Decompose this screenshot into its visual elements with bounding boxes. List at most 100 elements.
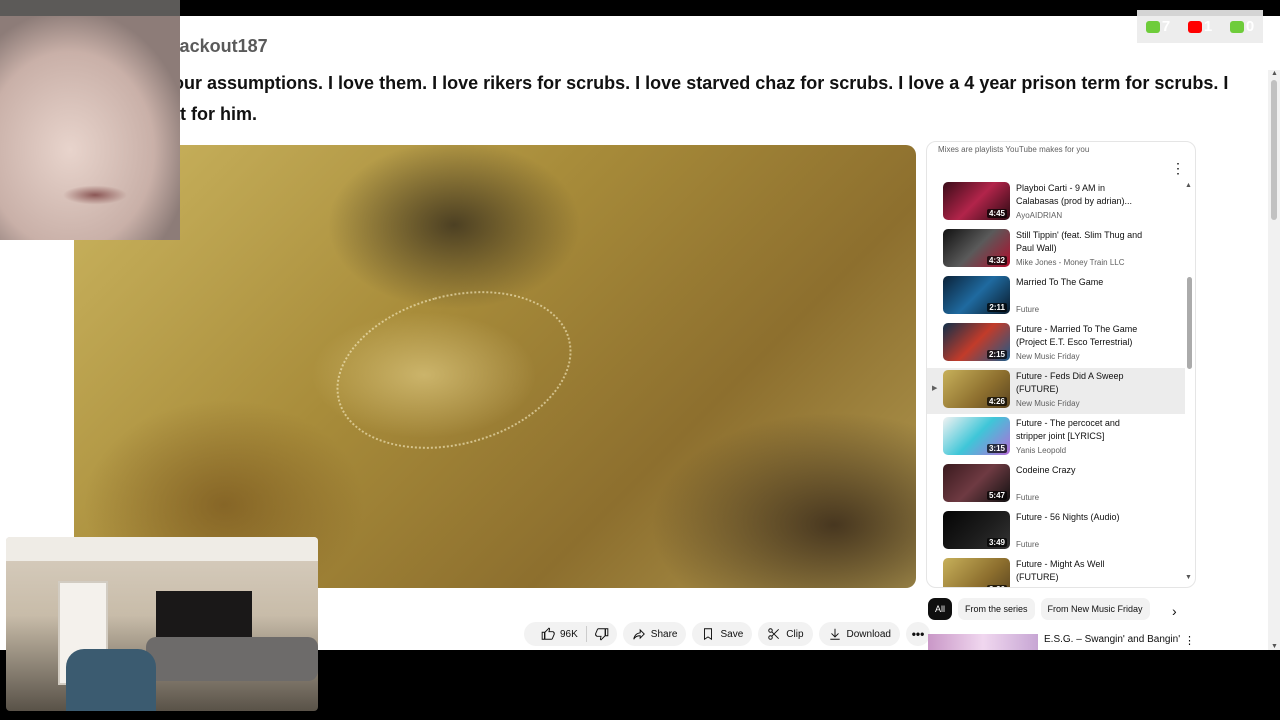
page-scroll-thumb[interactable] — [1271, 80, 1277, 220]
playlist-scroll-down-icon[interactable]: ▼ — [1185, 574, 1192, 581]
playlist-item-thumbnail[interactable]: 3:26 — [943, 558, 1010, 587]
filter-chip[interactable]: From the series — [958, 598, 1035, 620]
download-button[interactable]: Download — [818, 622, 900, 646]
room-couch — [146, 637, 318, 681]
playlist-item[interactable]: 3:15 Future - The percocet and stripper j… — [927, 415, 1185, 461]
mix-playlist-panel: Mixes are playlists YouTube makes for yo… — [926, 141, 1196, 588]
playlist-item-channel[interactable]: Yanis Leopold — [1016, 446, 1066, 455]
duration-badge: 3:26 — [986, 585, 1007, 587]
playlist-item-channel[interactable]: New Music Friday — [1016, 352, 1080, 361]
related-video-menu-icon[interactable]: ⋮ — [1184, 634, 1192, 647]
stream-stat-rumble: 7 — [1145, 18, 1171, 35]
webcam-face-overlay — [0, 0, 180, 240]
clip-button[interactable]: Clip — [758, 622, 813, 646]
scissors-icon — [768, 628, 780, 640]
chevron-right-icon[interactable]: › — [1172, 603, 1177, 619]
playlist-item[interactable]: 2:15 Future - Married To The Game (Projec… — [927, 321, 1185, 367]
duration-badge: 3:15 — [986, 444, 1007, 453]
screen: ▲ ▼ @TheBlackout187 I love your assumpti… — [0, 0, 1280, 720]
playlist-item[interactable]: 2:11 Married To The Game Future — [927, 274, 1185, 320]
playlist-item-channel[interactable]: AyoAIDRIAN — [1016, 211, 1062, 220]
duration-badge: 4:26 — [986, 397, 1007, 406]
playlist-item-channel[interactable]: Future — [1016, 540, 1039, 549]
save-label: Save — [720, 628, 744, 640]
playlist-item-channel[interactable]: Mike Jones - Money Train LLC — [1016, 258, 1125, 267]
more-actions-button[interactable]: ••• — [906, 622, 930, 646]
playlist-item-title[interactable]: Codeine Crazy — [1016, 464, 1146, 477]
clip-label: Clip — [786, 628, 804, 640]
link-icon — [1229, 20, 1244, 33]
room-ceiling — [6, 537, 318, 561]
playlist-item-title[interactable]: Future - 56 Nights (Audio) — [1016, 511, 1146, 524]
room-chair — [66, 649, 156, 711]
like-count: 96K — [560, 628, 578, 640]
playlist-item-channel[interactable]: Future — [1016, 305, 1039, 314]
related-video-title[interactable]: E.S.G. – Swangin' and Bangin' — [1044, 634, 1180, 645]
stream-stat-value: 1 — [1203, 18, 1213, 35]
playlist-item[interactable]: ▶ 4:26 Future - Feds Did A Sweep (FUTURE) N… — [927, 368, 1185, 414]
thumbs-up-icon — [541, 627, 555, 640]
playlist-item-thumbnail[interactable]: 3:49 — [943, 511, 1010, 549]
playlist-item-channel[interactable]: New Music Friday — [1016, 587, 1080, 588]
dislike-button[interactable] — [587, 622, 617, 646]
stream-stat-value: 0 — [1245, 18, 1255, 35]
scroll-up-arrow-icon[interactable]: ▲ — [1271, 70, 1278, 77]
playlist-item[interactable]: 3:26 Future - Might As Well (FUTURE) New M… — [927, 556, 1185, 588]
page-scrollbar[interactable]: ▲ ▼ — [1268, 70, 1280, 650]
duration-badge: 4:45 — [986, 209, 1007, 218]
playlist-item-title[interactable]: Married To The Game — [1016, 276, 1146, 289]
filter-chip[interactable]: From New Music Friday — [1040, 598, 1150, 620]
duration-badge: 2:15 — [986, 350, 1007, 359]
share-arrow-icon — [633, 628, 645, 640]
filter-chip[interactable]: All — [928, 598, 953, 620]
comment-text: I love your assumptions. I love them. I … — [112, 73, 1229, 124]
stream-stat-youtube: 1 — [1187, 18, 1213, 35]
webcam-room-overlay — [6, 537, 318, 711]
duration-badge: 4:32 — [986, 256, 1007, 265]
playlist-item-title[interactable]: Future - Might As Well (FUTURE) — [1016, 558, 1146, 584]
playlist-menu-icon[interactable]: ⋮ — [1171, 160, 1185, 177]
playlist-item-thumbnail[interactable]: 4:26 — [943, 370, 1010, 408]
playlist-item-title[interactable]: Still Tippin' (feat. Slim Thug and Paul … — [1016, 229, 1146, 255]
like-dislike-group: 96K — [524, 622, 617, 646]
more-horizontal-icon: ••• — [911, 627, 925, 641]
playlist-item-thumbnail[interactable]: 4:45 — [943, 182, 1010, 220]
playlist-scroll-up-icon[interactable]: ▲ — [1185, 182, 1192, 189]
playlist-item-thumbnail[interactable]: 2:15 — [943, 323, 1010, 361]
playlist-item-thumbnail[interactable]: 3:15 — [943, 417, 1010, 455]
playlist-item[interactable]: 3:49 Future - 56 Nights (Audio) Future — [927, 509, 1185, 555]
playlist-item-title[interactable]: Playboi Carti - 9 AM in Calabasas (prod … — [1016, 182, 1146, 208]
like-button[interactable]: 96K — [533, 622, 586, 646]
comment-overlay: @TheBlackout187 I love your assumptions.… — [16, 16, 1264, 144]
playlist-item-title[interactable]: Future - Feds Did A Sweep (FUTURE) — [1016, 370, 1146, 396]
stream-stat-value: 7 — [1161, 18, 1171, 35]
duration-badge: 3:49 — [986, 538, 1007, 547]
save-button[interactable]: Save — [692, 622, 753, 646]
bookmark-icon — [704, 628, 713, 641]
thumbs-down-icon — [594, 628, 609, 641]
playlist-subtitle: Mixes are playlists YouTube makes for yo… — [938, 145, 1090, 154]
playlist-scroll-thumb[interactable] — [1187, 277, 1192, 369]
related-filter-chips: All From the series From New Music Friday — [928, 598, 1150, 620]
video-still-image — [318, 266, 590, 474]
scroll-down-arrow-icon[interactable]: ▼ — [1271, 643, 1278, 650]
stream-stats-widget: 7 1 0 — [1137, 10, 1263, 43]
playlist-item-title[interactable]: Future - Married To The Game (Project E.… — [1016, 323, 1146, 349]
share-button[interactable]: Share — [622, 622, 687, 646]
playlist-item[interactable]: 4:45 Playboi Carti - 9 AM in Calabasas (p… — [927, 180, 1185, 226]
duration-badge: 5:47 — [986, 491, 1007, 500]
playlist-item-title[interactable]: Future - The percocet and stripper joint… — [1016, 417, 1146, 443]
playlist-item-thumbnail[interactable]: 4:32 — [943, 229, 1010, 267]
related-video-thumbnail[interactable] — [928, 634, 1038, 650]
playlist-item-thumbnail[interactable]: 5:47 — [943, 464, 1010, 502]
video-player[interactable] — [74, 145, 916, 588]
duration-badge: 2:11 — [987, 303, 1007, 312]
playlist-item[interactable]: 5:47 Codeine Crazy Future — [927, 462, 1185, 508]
download-label: Download — [846, 628, 891, 640]
related-video-item[interactable]: E.S.G. – Swangin' and Bangin' ⋮ — [928, 634, 1192, 650]
playlist-item[interactable]: 4:32 Still Tippin' (feat. Slim Thug and P… — [927, 227, 1185, 273]
playlist-item-channel[interactable]: New Music Friday — [1016, 399, 1080, 408]
now-playing-icon: ▶ — [932, 385, 938, 392]
playlist-item-thumbnail[interactable]: 2:11 — [943, 276, 1010, 314]
playlist-item-channel[interactable]: Future — [1016, 493, 1039, 502]
